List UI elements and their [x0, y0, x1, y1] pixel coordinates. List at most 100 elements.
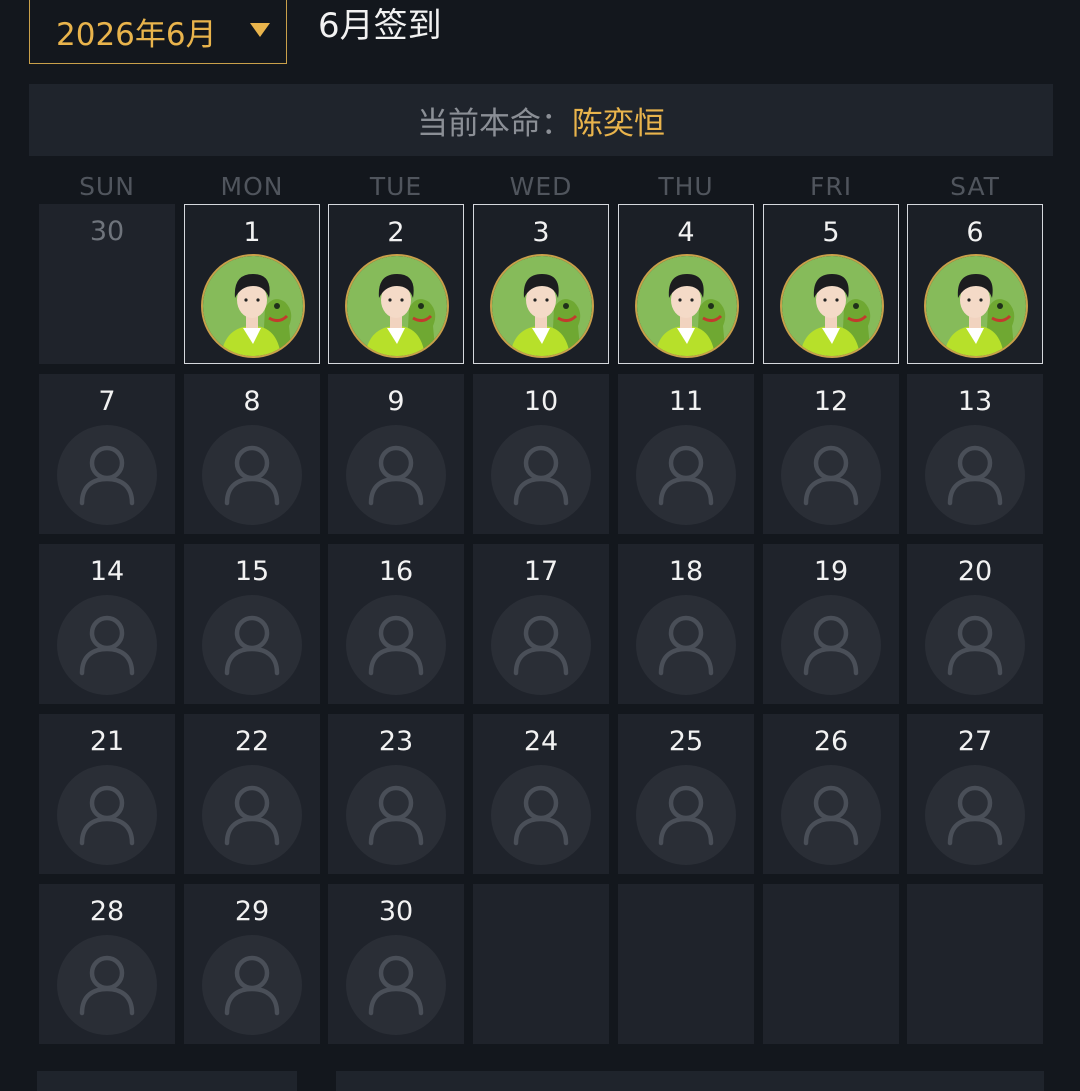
- user-placeholder-icon: [925, 425, 1025, 525]
- day-number: 18: [668, 556, 704, 587]
- page-title: 6月签到: [318, 6, 442, 46]
- calendar-day-cell[interactable]: 11: [618, 374, 754, 534]
- day-number: 10: [523, 386, 559, 417]
- calendar-day-cell[interactable]: 15: [184, 544, 320, 704]
- weekday-mon: MON: [220, 172, 284, 201]
- day-number: 8: [243, 386, 261, 417]
- current-idol-banner: 当前本命： 陈奕恒: [29, 84, 1053, 156]
- calendar-day-cell[interactable]: 29: [184, 884, 320, 1044]
- calendar-day-cell[interactable]: 24: [473, 714, 609, 874]
- idol-avatar-photo: [203, 256, 303, 356]
- day-number: 7: [98, 386, 116, 417]
- day-number: 23: [378, 726, 414, 757]
- calendar-day-cell[interactable]: 27: [907, 714, 1043, 874]
- banner-label: 当前本命：: [417, 105, 572, 142]
- day-number: 6: [966, 217, 984, 248]
- day-number: 30: [378, 896, 414, 927]
- day-number: 9: [387, 386, 405, 417]
- day-number: 25: [668, 726, 704, 757]
- calendar-day-cell[interactable]: 30: [328, 884, 464, 1044]
- user-placeholder-icon: [57, 425, 157, 525]
- user-placeholder-icon: [781, 765, 881, 865]
- weekday-thu: THU: [658, 172, 714, 201]
- caret-down-icon: [250, 23, 270, 37]
- idol-avatar-photo: [492, 256, 592, 356]
- calendar-day-cell[interactable]: 9: [328, 374, 464, 534]
- calendar-day-cell[interactable]: 22: [184, 714, 320, 874]
- user-placeholder-icon: [202, 935, 302, 1035]
- day-number: 17: [523, 556, 559, 587]
- user-placeholder-icon: [636, 765, 736, 865]
- calendar-day-cell[interactable]: 6: [907, 204, 1043, 364]
- day-number: 2: [387, 217, 405, 248]
- calendar-day-cell[interactable]: 12: [763, 374, 899, 534]
- calendar-cell-empty: [473, 884, 609, 1044]
- calendar-day-cell[interactable]: 20: [907, 544, 1043, 704]
- calendar-day-cell[interactable]: 4: [618, 204, 754, 364]
- weekday-fri: FRI: [809, 172, 853, 201]
- calendar-day-cell[interactable]: 28: [39, 884, 175, 1044]
- user-placeholder-icon: [202, 425, 302, 525]
- day-number: 4: [677, 217, 695, 248]
- day-number: 29: [234, 896, 270, 927]
- day-number: 22: [234, 726, 270, 757]
- idol-avatar-photo: [637, 256, 737, 356]
- calendar-day-cell[interactable]: 8: [184, 374, 320, 534]
- user-placeholder-icon: [491, 425, 591, 525]
- user-placeholder-icon: [346, 595, 446, 695]
- user-placeholder-icon: [57, 935, 157, 1035]
- user-placeholder-icon: [636, 595, 736, 695]
- weekday-sat: SAT: [950, 172, 1000, 201]
- user-placeholder-icon: [491, 595, 591, 695]
- calendar-day-cell[interactable]: 10: [473, 374, 609, 534]
- user-placeholder-icon: [346, 765, 446, 865]
- calendar-day-cell[interactable]: 21: [39, 714, 175, 874]
- day-number: 24: [523, 726, 559, 757]
- calendar-day-cell[interactable]: 19: [763, 544, 899, 704]
- user-placeholder-icon: [781, 425, 881, 525]
- user-placeholder-icon: [636, 425, 736, 525]
- idol-avatar-photo: [926, 256, 1026, 356]
- calendar-day-cell[interactable]: 30: [39, 204, 175, 364]
- day-number: 26: [813, 726, 849, 757]
- weekday-header: SUN MON TUE WED THU FRI SAT: [0, 172, 1080, 202]
- user-placeholder-icon: [925, 595, 1025, 695]
- calendar-day-cell[interactable]: 13: [907, 374, 1043, 534]
- user-placeholder-icon: [57, 595, 157, 695]
- calendar-day-cell[interactable]: 3: [473, 204, 609, 364]
- weekday-tue: TUE: [369, 172, 423, 201]
- calendar-day-cell[interactable]: 18: [618, 544, 754, 704]
- bottom-panel-right: [336, 1071, 1044, 1091]
- user-placeholder-icon: [781, 595, 881, 695]
- calendar-cell-empty: [763, 884, 899, 1044]
- day-number: 3: [532, 217, 550, 248]
- idol-avatar-photo: [782, 256, 882, 356]
- calendar-day-cell[interactable]: 17: [473, 544, 609, 704]
- day-number: 11: [668, 386, 704, 417]
- calendar-day-cell[interactable]: 2: [328, 204, 464, 364]
- day-number: 14: [89, 556, 125, 587]
- bottom-panel-left: [37, 1071, 297, 1091]
- calendar-day-cell[interactable]: 26: [763, 714, 899, 874]
- calendar-day-cell[interactable]: 14: [39, 544, 175, 704]
- current-idol-name: 陈奕恒: [572, 105, 665, 142]
- calendar-day-cell[interactable]: 16: [328, 544, 464, 704]
- idol-avatar-photo: [347, 256, 447, 356]
- day-number: 28: [89, 896, 125, 927]
- calendar-day-cell[interactable]: 25: [618, 714, 754, 874]
- user-placeholder-icon: [202, 765, 302, 865]
- day-number: 5: [822, 217, 840, 248]
- day-number: 30: [89, 216, 125, 247]
- day-number: 16: [378, 556, 414, 587]
- month-selector[interactable]: 2026年6月: [29, 0, 287, 64]
- day-number: 21: [89, 726, 125, 757]
- calendar-day-cell[interactable]: 7: [39, 374, 175, 534]
- calendar-day-cell[interactable]: 1: [184, 204, 320, 364]
- calendar-day-cell[interactable]: 5: [763, 204, 899, 364]
- user-placeholder-icon: [57, 765, 157, 865]
- weekday-sun: SUN: [79, 172, 135, 201]
- user-placeholder-icon: [925, 765, 1025, 865]
- calendar-day-cell[interactable]: 23: [328, 714, 464, 874]
- day-number: 19: [813, 556, 849, 587]
- day-number: 13: [957, 386, 993, 417]
